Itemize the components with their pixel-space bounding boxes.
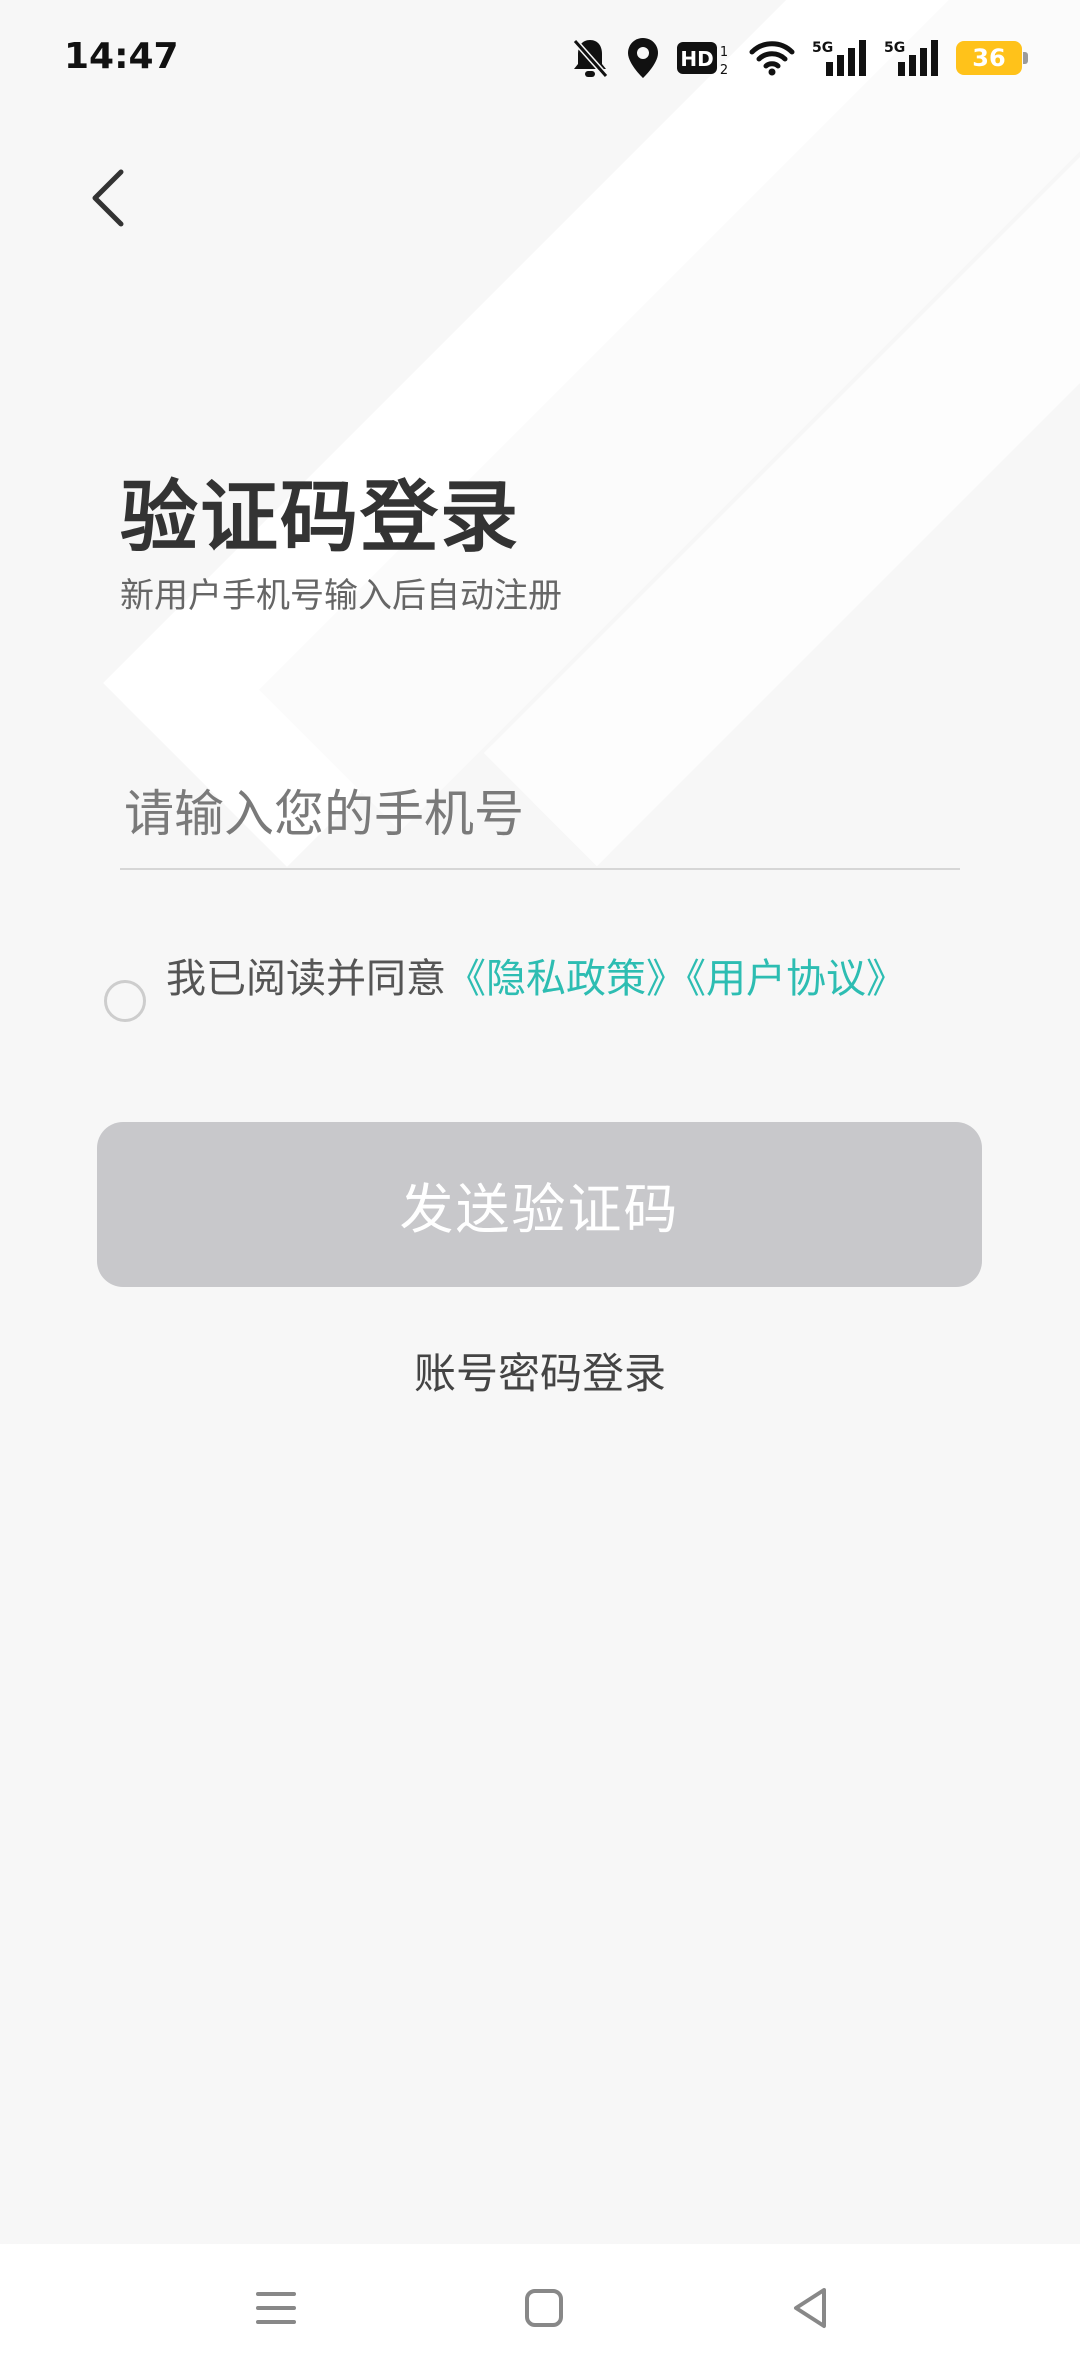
nav-back-button[interactable] bbox=[780, 2280, 840, 2340]
bell-muted-icon bbox=[570, 36, 610, 80]
phone-input[interactable] bbox=[120, 760, 960, 870]
home-button[interactable] bbox=[514, 2280, 574, 2340]
svg-text:HD: HD bbox=[680, 47, 713, 71]
back-button[interactable] bbox=[72, 160, 142, 240]
password-login-link[interactable]: 账号密码登录 bbox=[0, 1340, 1080, 1401]
menu-button[interactable] bbox=[246, 2280, 306, 2340]
svg-text:1: 1 bbox=[720, 45, 728, 60]
navigation-bar bbox=[0, 2244, 1080, 2376]
home-square-icon bbox=[522, 2286, 566, 2334]
status-bar: 14:47 HD 1 2 5G 5G 36 bbox=[0, 0, 1080, 120]
back-triangle-icon bbox=[788, 2284, 832, 2336]
status-icons: HD 1 2 5G 5G 36 bbox=[570, 34, 1028, 82]
menu-icon bbox=[254, 2288, 298, 2332]
svg-text:2: 2 bbox=[720, 63, 728, 78]
cellular-signal-icon: 5G bbox=[884, 38, 940, 78]
battery-icon: 36 bbox=[956, 41, 1028, 75]
battery-level: 36 bbox=[972, 44, 1006, 72]
send-code-button[interactable]: 发送验证码 bbox=[97, 1122, 982, 1287]
page-title: 验证码登录 bbox=[120, 473, 521, 563]
agreement-text: 我已阅读并同意《隐私政策》《用户协议》 bbox=[166, 952, 946, 1006]
privacy-policy-link[interactable]: 《隐私政策》 bbox=[446, 956, 686, 1002]
agreement-prefix: 我已阅读并同意 bbox=[166, 956, 446, 1002]
page-subtitle: 新用户手机号输入后自动注册 bbox=[120, 576, 562, 616]
user-agreement-link[interactable]: 《用户协议》 bbox=[686, 956, 906, 1002]
wifi-icon bbox=[748, 38, 796, 78]
agreement-checkbox[interactable] bbox=[104, 980, 146, 1022]
location-icon bbox=[626, 36, 660, 80]
chevron-left-icon bbox=[87, 166, 127, 234]
svg-text:5G: 5G bbox=[884, 40, 905, 56]
svg-text:5G: 5G bbox=[812, 40, 833, 56]
hd-icon: HD 1 2 bbox=[676, 38, 732, 78]
status-time: 14:47 bbox=[64, 36, 179, 77]
cellular-signal-icon: 5G bbox=[812, 38, 868, 78]
